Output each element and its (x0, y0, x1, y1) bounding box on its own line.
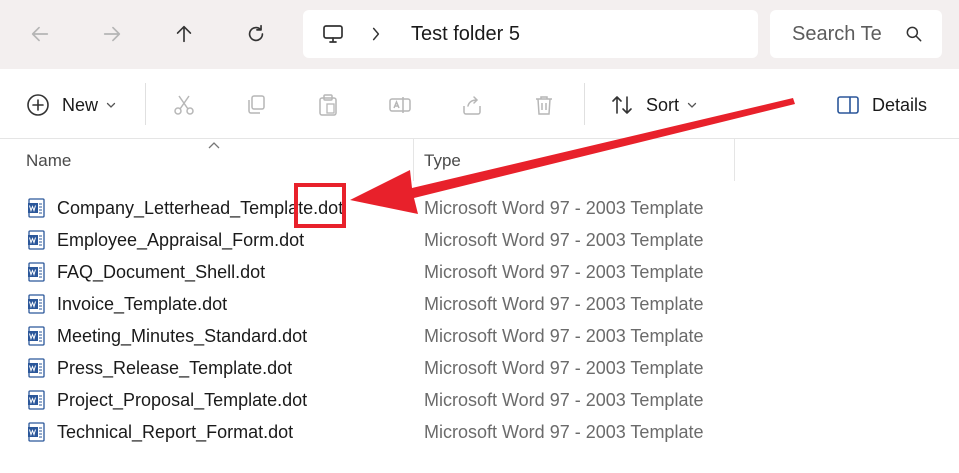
chevron-down-icon (106, 102, 116, 108)
file-type: Microsoft Word 97 - 2003 Template (424, 262, 704, 282)
rename-button[interactable] (388, 91, 412, 119)
file-type: Microsoft Word 97 - 2003 Template (424, 422, 704, 442)
file-name[interactable]: FAQ_Document_Shell.dot (57, 262, 265, 283)
file-type: Microsoft Word 97 - 2003 Template (424, 294, 704, 314)
column-header-name[interactable]: Name (26, 151, 71, 171)
title-bar: Test folder 5 Search Te (0, 0, 959, 69)
search-icon (906, 26, 922, 42)
file-type: Microsoft Word 97 - 2003 Template (424, 198, 704, 218)
file-name[interactable]: Employee_Appraisal_Form.dot (57, 230, 304, 251)
refresh-button[interactable] (236, 14, 276, 54)
scissors-icon (174, 95, 194, 115)
plus-circle-icon (27, 94, 49, 116)
sort-button[interactable]: Sort (610, 91, 697, 119)
sort-icon (612, 96, 632, 114)
chevron-down-icon (687, 102, 697, 108)
file-name[interactable]: Technical_Report_Format.dot (57, 422, 293, 443)
toolbar-divider (584, 83, 585, 125)
file-row[interactable]: Company_Letterhead_Template.dot Microsof… (0, 192, 959, 224)
copy-button[interactable] (244, 91, 268, 119)
word-template-icon (28, 198, 45, 218)
new-button[interactable]: New (26, 91, 116, 119)
arrow-left-icon (31, 26, 49, 42)
word-template-icon (28, 262, 45, 282)
this-pc-icon[interactable] (321, 21, 347, 47)
word-template-icon (28, 358, 45, 378)
back-button[interactable] (20, 14, 60, 54)
breadcrumb-chevron-icon[interactable] (371, 24, 385, 44)
delete-button[interactable] (532, 91, 556, 119)
share-icon (463, 96, 481, 115)
details-button[interactable]: Details (836, 91, 927, 119)
rename-icon (389, 97, 411, 113)
sort-ascending-icon (208, 142, 220, 149)
column-header-row: Name Type (0, 139, 959, 181)
word-template-icon (28, 230, 45, 250)
file-name[interactable]: Project_Proposal_Template.dot (57, 390, 307, 411)
search-box[interactable]: Search Te (770, 10, 942, 58)
file-type: Microsoft Word 97 - 2003 Template (424, 326, 704, 346)
search-placeholder[interactable]: Search Te (792, 23, 884, 46)
paste-button[interactable] (316, 91, 340, 119)
details-pane-icon (837, 96, 859, 114)
command-bar: New Sort Details (0, 69, 959, 139)
sort-button-label: Sort (646, 94, 680, 115)
annotation-highlight-box (294, 183, 346, 228)
forward-button[interactable] (92, 14, 132, 54)
clipboard-icon (319, 94, 337, 116)
file-type: Microsoft Word 97 - 2003 Template (424, 390, 704, 410)
address-bar[interactable]: Test folder 5 (303, 10, 758, 58)
toolbar-divider (145, 83, 146, 125)
new-button-label: New (62, 94, 99, 115)
word-template-icon (28, 326, 45, 346)
file-type: Microsoft Word 97 - 2003 Template (424, 358, 704, 378)
trash-icon (536, 96, 552, 115)
arrow-right-icon (103, 26, 121, 42)
file-name[interactable]: Invoice_Template.dot (57, 294, 227, 315)
file-row[interactable]: Invoice_Template.dot Microsoft Word 97 -… (0, 288, 959, 320)
word-template-icon (28, 422, 45, 442)
refresh-icon (248, 24, 264, 42)
column-divider[interactable] (734, 139, 735, 181)
word-template-icon (28, 294, 45, 314)
cut-button[interactable] (172, 91, 196, 119)
column-divider[interactable] (413, 139, 414, 181)
column-header-type[interactable]: Type (424, 151, 461, 171)
file-row[interactable]: Project_Proposal_Template.dot Microsoft … (0, 384, 959, 416)
file-name[interactable]: Press_Release_Template.dot (57, 358, 292, 379)
file-row[interactable]: Meeting_Minutes_Standard.dot Microsoft W… (0, 320, 959, 352)
file-type: Microsoft Word 97 - 2003 Template (424, 230, 704, 250)
file-name[interactable]: Meeting_Minutes_Standard.dot (57, 326, 307, 347)
word-template-icon (28, 390, 45, 410)
share-button[interactable] (460, 91, 484, 119)
file-row[interactable]: Employee_Appraisal_Form.dot Microsoft Wo… (0, 224, 959, 256)
breadcrumb-current-folder[interactable]: Test folder 5 (411, 23, 520, 46)
details-button-label: Details (872, 94, 928, 115)
file-row[interactable]: FAQ_Document_Shell.dot Microsoft Word 97… (0, 256, 959, 288)
file-row[interactable]: Technical_Report_Format.dot Microsoft Wo… (0, 416, 959, 448)
up-button[interactable] (164, 14, 204, 54)
arrow-up-icon (176, 25, 192, 43)
file-row[interactable]: Press_Release_Template.dot Microsoft Wor… (0, 352, 959, 384)
copy-icon (248, 95, 265, 114)
